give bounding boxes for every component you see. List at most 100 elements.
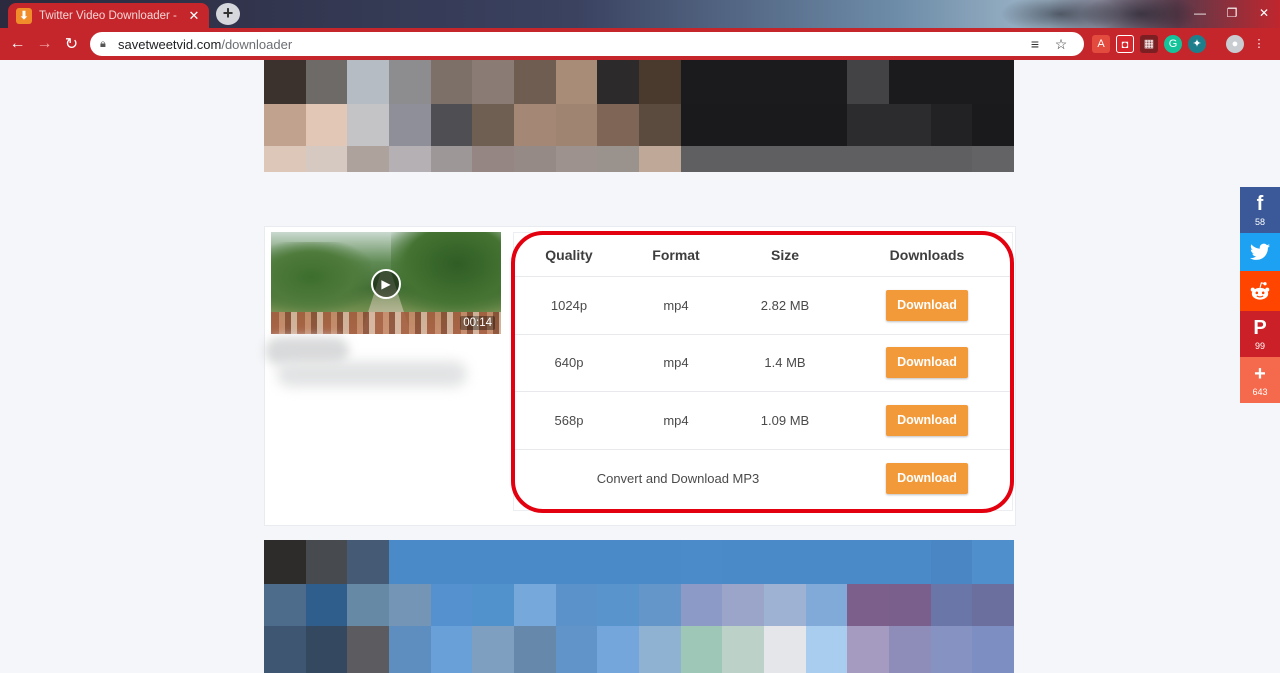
mosaic-tile	[305, 60, 348, 104]
blurred-caption	[277, 361, 467, 387]
download-button-640p[interactable]: Download	[886, 347, 968, 379]
mosaic-tile	[430, 626, 473, 667]
mosaic-tile	[347, 146, 389, 172]
mosaic-tile	[889, 540, 931, 584]
mosaic-tile	[722, 626, 764, 667]
forward-arrow-icon[interactable]: →	[31, 35, 58, 53]
mosaic-tile	[264, 584, 306, 626]
mosaic-tile	[764, 667, 806, 673]
download-mp3-button[interactable]: Download	[886, 462, 968, 494]
mosaic-tile	[472, 626, 514, 667]
table-header: Quality Format Size Downloads	[514, 233, 1012, 277]
mosaic-tile	[430, 104, 473, 146]
close-window-icon[interactable]: ✕	[1248, 0, 1280, 28]
back-arrow-icon[interactable]: ←	[4, 35, 31, 53]
header-downloads: Downloads	[889, 246, 965, 263]
bookmark-star-icon[interactable]: ☆	[1048, 36, 1074, 53]
mosaic-tile	[972, 146, 1014, 172]
facebook-icon: f	[1256, 193, 1264, 215]
mosaic-tile	[639, 60, 681, 104]
header-size: Size	[770, 246, 799, 263]
mosaic-tile	[764, 584, 806, 626]
facebook-share-button[interactable]: f 58	[1240, 187, 1280, 233]
header-format: Format	[652, 246, 700, 263]
twitter-bird-icon	[1250, 243, 1270, 260]
mosaic-tile	[972, 60, 1014, 104]
mosaic-tile	[347, 626, 389, 667]
mosaic-tile	[472, 584, 514, 626]
twitter-share-button[interactable]	[1240, 233, 1280, 271]
format-cell: mp4	[663, 412, 689, 428]
mosaic-tile	[597, 540, 639, 584]
address-bar[interactable]: 🔒︎ savetweetvid.com/downloader ≡ ☆	[90, 32, 1084, 56]
mosaic-tile	[847, 584, 889, 626]
pinterest-share-button[interactable]: P 99	[1240, 311, 1280, 357]
table-row-mp3: Convert and Download MP3 Download	[514, 450, 1012, 508]
quality-cell: 640p	[554, 355, 584, 371]
mosaic-tile	[889, 104, 931, 146]
mosaic-tile	[930, 626, 973, 667]
mosaic-tile	[805, 104, 848, 146]
extension-icon[interactable]: ▦	[1140, 35, 1158, 53]
new-tab-button[interactable]: +	[216, 3, 240, 25]
mosaic-tile	[597, 584, 639, 626]
mosaic-tile	[347, 60, 389, 104]
mosaic-tile	[347, 584, 389, 626]
mosaic-tile	[847, 667, 889, 673]
mosaic-tile	[264, 60, 306, 104]
reader-mode-icon[interactable]: ≡	[1022, 36, 1048, 52]
mosaic-tile	[305, 540, 348, 584]
extension-icon[interactable]: ✦	[1188, 35, 1206, 53]
plus-icon: +	[1254, 363, 1266, 385]
download-cell: Download	[842, 462, 1012, 494]
menu-icon[interactable]: ⋮	[1250, 35, 1268, 53]
format-cell: mp4	[663, 355, 689, 371]
mosaic-tile	[680, 626, 723, 667]
mosaic-tile	[639, 667, 681, 673]
mosaic-tile	[847, 626, 889, 667]
video-thumbnail[interactable]: ▶ 00:14	[271, 232, 501, 334]
mosaic-tile	[514, 626, 556, 667]
pocket-extension-icon[interactable]: ◘	[1116, 35, 1134, 53]
mosaic-tile	[930, 540, 973, 584]
reddit-share-button[interactable]	[1240, 271, 1280, 311]
pdf-extension-icon[interactable]: A	[1092, 35, 1110, 53]
mosaic-tile	[722, 667, 764, 673]
mosaic-tile	[639, 104, 681, 146]
pixelated-image-top	[264, 60, 1014, 172]
url-text[interactable]: savetweetvid.com/downloader	[118, 37, 1022, 52]
mosaic-tile	[555, 626, 598, 667]
download-button-568p[interactable]: Download	[886, 404, 968, 436]
more-share-button[interactable]: + 643	[1240, 357, 1280, 403]
total-share-count: 643	[1252, 387, 1268, 397]
grammarly-icon[interactable]: G	[1164, 35, 1182, 53]
video-duration: 00:14	[460, 316, 495, 330]
mosaic-tile	[680, 104, 723, 146]
size-cell: 1.09 MB	[760, 412, 810, 428]
thumbnail-scene	[271, 242, 371, 312]
browser-toolbar: ← → ↻ 🔒︎ savetweetvid.com/downloader ≡ ☆…	[0, 28, 1280, 60]
video-result-card: ▶ 00:14 Quality Format Size Downloads 10…	[264, 226, 1016, 526]
avatar[interactable]: ●	[1226, 35, 1244, 53]
mp3-label: Convert and Download MP3	[596, 470, 760, 486]
play-icon[interactable]: ▶	[371, 269, 401, 299]
mosaic-tile	[805, 60, 848, 104]
url-host: savetweetvid.com	[118, 36, 222, 52]
download-button-1024p[interactable]: Download	[886, 289, 968, 321]
mosaic-tile	[389, 667, 431, 673]
mosaic-tile	[430, 146, 473, 172]
mosaic-tile	[514, 667, 556, 673]
close-tab-icon[interactable]: ✕	[187, 8, 201, 24]
quality-cell: 568p	[554, 412, 584, 428]
mosaic-tile	[514, 104, 556, 146]
minimize-icon[interactable]: —	[1184, 0, 1216, 28]
restore-icon[interactable]: ❐	[1216, 0, 1248, 28]
reload-icon[interactable]: ↻	[58, 34, 85, 54]
browser-tab[interactable]: ⬇ Twitter Video Downloader - Dow ✕	[8, 3, 209, 28]
mosaic-tile	[847, 104, 889, 146]
mosaic-tile	[430, 60, 473, 104]
mosaic-tile	[472, 60, 514, 104]
mosaic-tile	[430, 584, 473, 626]
mosaic-tile	[264, 146, 306, 172]
mosaic-tile	[722, 104, 764, 146]
